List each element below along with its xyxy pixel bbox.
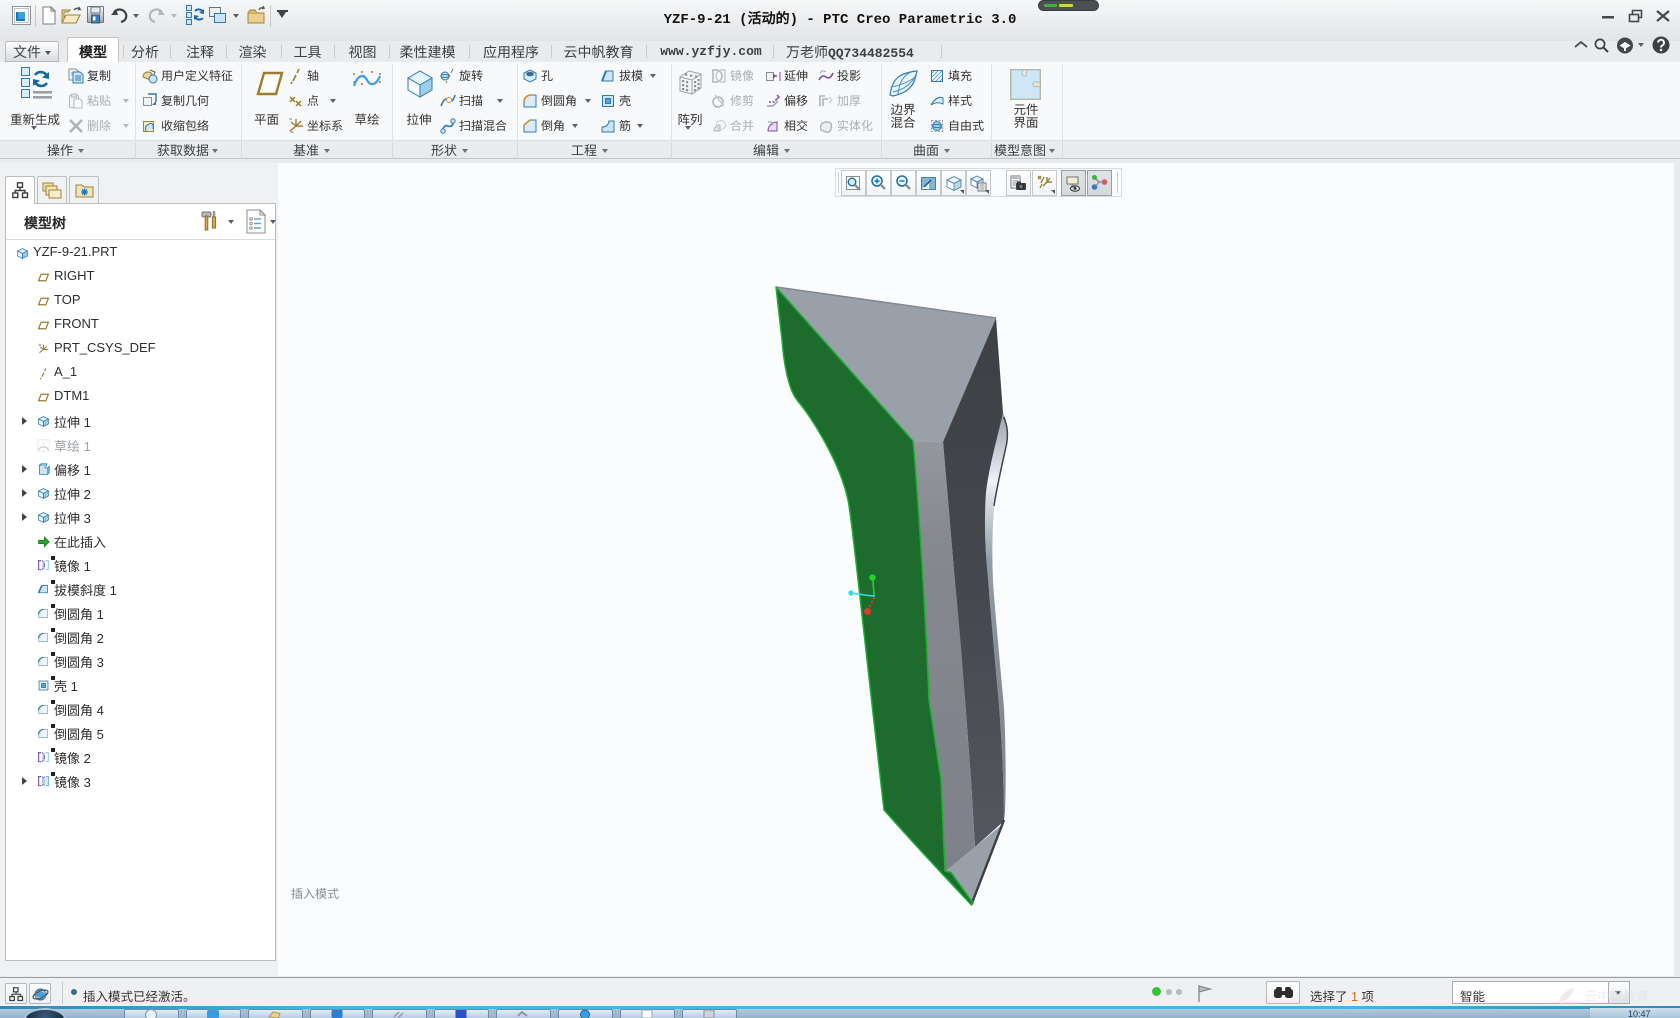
svg-text:云中帆教育: 云中帆教育 (1584, 986, 1649, 1005)
